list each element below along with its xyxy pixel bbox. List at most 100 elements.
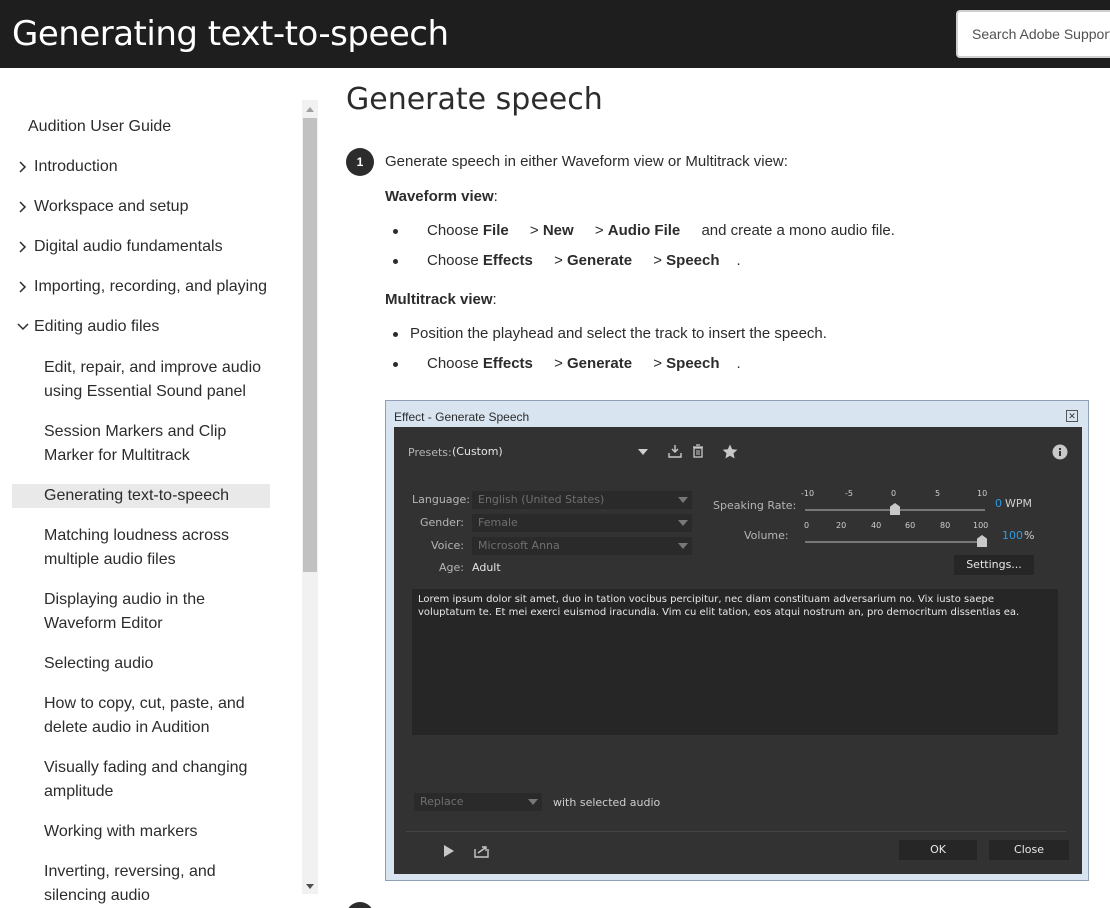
toc-sidebar: Audition User Guide Introduction Workspa… xyxy=(0,68,300,908)
volume-value[interactable]: 100 xyxy=(1002,529,1023,542)
toc-section-label: Workspace and setup xyxy=(34,198,189,215)
chevron-down-icon xyxy=(638,449,648,455)
toc-item-fading-amplitude[interactable]: Visually fading and changing amplitude xyxy=(44,756,272,804)
tick-label: 10 xyxy=(977,489,988,498)
speaking-rate-value[interactable]: 0 xyxy=(995,497,1002,510)
dialog-titlebar: Effect - Generate Speech ✕ xyxy=(386,401,1088,427)
toc-item-selecting-audio[interactable]: Selecting audio xyxy=(44,652,272,676)
toc-item-copy-cut-paste[interactable]: How to copy, cut, paste, and delete audi… xyxy=(44,692,272,740)
speaking-rate-slider[interactable]: -10 -5 0 5 10 xyxy=(801,489,988,519)
toc-item-waveform-editor[interactable]: Displaying audio in the Waveform Editor xyxy=(44,588,272,636)
mode-suffix-label: with selected audio xyxy=(553,796,661,809)
list-item: Position the playhead and select the tra… xyxy=(393,325,827,342)
slider-thumb[interactable] xyxy=(977,535,987,547)
chevron-right-icon xyxy=(14,198,32,216)
close-icon[interactable]: ✕ xyxy=(1066,410,1078,422)
sidebar-scroll-thumb[interactable] xyxy=(303,118,317,572)
star-favorite-icon[interactable] xyxy=(721,442,739,460)
chevron-down-icon xyxy=(528,799,538,805)
volume-unit: % xyxy=(1024,529,1035,542)
chevron-down-icon xyxy=(678,497,688,503)
dialog-title: Effect - Generate Speech xyxy=(394,410,530,424)
tick-label: 0 xyxy=(891,489,897,498)
play-icon[interactable] xyxy=(440,842,458,860)
page-title: Generating text-to-speech xyxy=(12,14,449,54)
speech-text-input[interactable]: Lorem ipsum dolor sit amet, duo in tatio… xyxy=(412,589,1058,735)
list-item: Choose File > New > Audio File and creat… xyxy=(393,222,895,239)
age-label: Age: xyxy=(439,561,464,574)
language-dropdown[interactable]: English (United States) xyxy=(472,491,692,509)
dialog-body: Presets: (Custom) Language: English (Uni… xyxy=(394,427,1082,874)
step-number-badge: 1 xyxy=(346,148,374,176)
toc-section-editing[interactable]: Editing audio files xyxy=(14,318,274,336)
trash-icon[interactable] xyxy=(689,442,707,460)
generate-speech-dialog: Effect - Generate Speech ✕ Presets: (Cus… xyxy=(385,400,1089,881)
tick-label: -10 xyxy=(801,489,815,498)
gender-dropdown[interactable]: Female xyxy=(472,514,692,532)
voice-dropdown[interactable]: Microsoft Anna xyxy=(472,537,692,555)
voice-value: Microsoft Anna xyxy=(478,539,560,552)
age-value: Adult xyxy=(472,561,501,574)
toc-section-label: Digital audio fundamentals xyxy=(34,238,223,255)
toc-item-text-to-speech[interactable]: Generating text-to-speech xyxy=(44,484,272,508)
gender-label: Gender: xyxy=(419,516,464,529)
presets-dropdown[interactable]: (Custom) xyxy=(448,443,652,461)
language-value: English (United States) xyxy=(478,493,605,506)
close-button[interactable]: Close xyxy=(989,840,1069,860)
ok-button[interactable]: OK xyxy=(899,840,977,860)
info-icon[interactable] xyxy=(1051,443,1069,461)
toc-section-importing[interactable]: Importing, recording, and playing xyxy=(14,278,274,296)
slider-track xyxy=(805,541,985,543)
divider xyxy=(406,831,1066,832)
toc-section-digital-audio[interactable]: Digital audio fundamentals xyxy=(14,238,274,256)
save-preset-icon[interactable] xyxy=(666,442,684,460)
waveform-view-heading: Waveform view: xyxy=(385,188,498,205)
chevron-down-icon xyxy=(678,520,688,526)
volume-label: Volume: xyxy=(744,529,789,542)
voice-label: Voice: xyxy=(431,539,464,552)
toc-item-inverting[interactable]: Inverting, reversing, and silencing audi… xyxy=(44,860,272,908)
toc-root-link[interactable]: Audition User Guide xyxy=(28,118,171,136)
toc-section-label: Introduction xyxy=(34,158,118,175)
tick-label: 0 xyxy=(804,521,810,530)
tick-label: 40 xyxy=(871,521,882,530)
mode-value: Replace xyxy=(420,795,464,808)
mode-dropdown[interactable]: Replace xyxy=(414,793,542,811)
speaking-rate-unit: WPM xyxy=(1005,497,1033,510)
step-text: Generate speech in either Waveform view … xyxy=(385,153,788,170)
tick-label: 80 xyxy=(940,521,951,530)
presets-label: Presets: xyxy=(408,446,452,459)
section-heading: Generate speech xyxy=(346,82,603,117)
chevron-down-icon xyxy=(678,543,688,549)
search-box[interactable] xyxy=(956,10,1110,58)
tick-label: 100 xyxy=(973,521,989,530)
chevron-right-icon xyxy=(14,278,32,296)
page-header: Generating text-to-speech xyxy=(0,0,1110,68)
tick-label: -5 xyxy=(845,489,853,498)
presets-value: (Custom) xyxy=(452,445,503,458)
volume-slider[interactable]: 0 20 40 60 80 100 xyxy=(804,521,989,551)
tick-label: 5 xyxy=(935,489,941,498)
settings-button[interactable]: Settings... xyxy=(954,555,1034,575)
chevron-right-icon xyxy=(14,238,32,256)
toc-item-essential-sound[interactable]: Edit, repair, and improve audio using Es… xyxy=(44,356,272,404)
list-item: Choose Effects > Generate > Speech. xyxy=(393,355,741,372)
chevron-down-icon xyxy=(14,318,32,336)
step-number-badge xyxy=(346,902,374,908)
toc-section-introduction[interactable]: Introduction xyxy=(14,158,274,176)
scroll-up-arrow-icon[interactable] xyxy=(302,102,318,116)
slider-thumb[interactable] xyxy=(890,503,900,515)
gender-value: Female xyxy=(478,516,518,529)
list-item: Choose Effects > Generate > Speech. xyxy=(393,252,741,269)
toc-item-markers[interactable]: Working with markers xyxy=(44,820,272,844)
toc-section-workspace[interactable]: Workspace and setup xyxy=(14,198,274,216)
toc-section-label: Importing, recording, and playing xyxy=(34,278,268,295)
scroll-down-arrow-icon[interactable] xyxy=(302,880,318,894)
search-input[interactable] xyxy=(958,12,1110,56)
toc-section-label: Editing audio files xyxy=(34,318,160,335)
language-label: Language: xyxy=(412,493,470,506)
toc-item-matching-loudness[interactable]: Matching loudness across multiple audio … xyxy=(44,524,272,572)
toc-item-session-markers[interactable]: Session Markers and Clip Marker for Mult… xyxy=(44,420,272,468)
speaking-rate-label: Speaking Rate: xyxy=(713,499,797,512)
loop-export-icon[interactable] xyxy=(473,842,491,860)
